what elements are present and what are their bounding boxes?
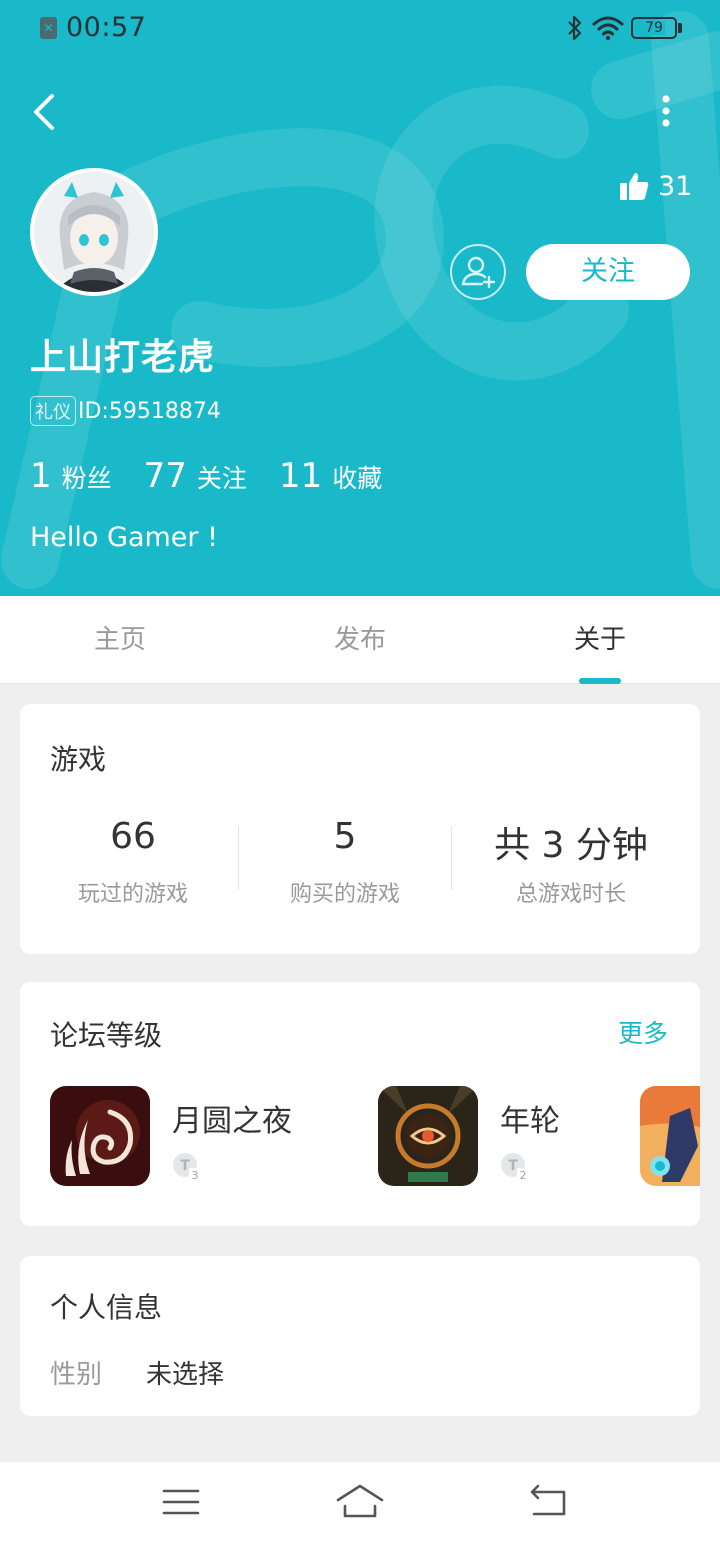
return-icon xyxy=(530,1484,566,1516)
return-button[interactable] xyxy=(524,1482,574,1522)
fans-count[interactable]: 1 xyxy=(30,456,52,496)
games-bought-label: 购买的游戏 xyxy=(289,882,400,907)
forum-item-partial[interactable] xyxy=(640,1086,700,1186)
play-time-value: 共 3 分钟 xyxy=(494,825,648,866)
user-id: ID:59518874 xyxy=(78,398,221,424)
profile-header: ✕ 00:57 79 31 关注 上山打老虎 礼仪 ID:59518874 1 … xyxy=(0,0,720,596)
battery-tip xyxy=(678,23,682,33)
thumbs-up-icon xyxy=(620,173,649,200)
games-bought-value: 5 xyxy=(333,816,357,857)
forum-item-name: 月圆之夜 xyxy=(172,1104,292,1139)
home-button[interactable] xyxy=(335,1482,385,1522)
level-number: 2 xyxy=(520,1169,527,1182)
play-time-label: 总游戏时长 xyxy=(515,882,626,907)
bio: Hello Gamer ! xyxy=(30,522,218,553)
forum-item-name: 年轮 xyxy=(500,1104,560,1139)
wifi-icon xyxy=(592,16,624,41)
favorites-count[interactable]: 11 xyxy=(279,456,322,496)
game-icon-years xyxy=(378,1086,478,1186)
game-icon-partial xyxy=(640,1086,700,1186)
user-id-row: 礼仪 ID:59518874 xyxy=(30,396,221,426)
following-label[interactable]: 关注 xyxy=(197,459,247,495)
system-nav-bar xyxy=(0,1462,720,1544)
forum-item-moon-night[interactable]: 月圆之夜 T 3 xyxy=(50,1086,350,1186)
more-link[interactable]: 更多 xyxy=(618,1014,668,1050)
menu-icon xyxy=(162,1489,200,1515)
level-badge-icon: T 3 xyxy=(172,1152,202,1182)
profile-tabs: 主页 发布 关于 xyxy=(0,596,720,684)
avatar[interactable] xyxy=(30,168,158,296)
follow-button[interactable]: 关注 xyxy=(526,244,690,300)
likes-count: 31 xyxy=(658,170,693,202)
sim-card-icon: ✕ xyxy=(40,17,57,39)
back-arrow-icon xyxy=(34,94,54,130)
divider xyxy=(451,826,452,890)
battery-icon: 79 xyxy=(631,17,677,39)
tab-posts[interactable]: 发布 xyxy=(240,596,480,684)
status-time: 00:57 xyxy=(66,12,147,43)
level-badge-icon: T 2 xyxy=(500,1152,530,1182)
etiquette-badge[interactable]: 礼仪 xyxy=(30,396,76,426)
add-friend-button[interactable] xyxy=(450,244,506,300)
back-button[interactable] xyxy=(24,88,68,136)
following-count[interactable]: 77 xyxy=(144,456,187,496)
tab-home[interactable]: 主页 xyxy=(0,596,240,684)
favorites-label[interactable]: 收藏 xyxy=(332,459,382,495)
tab-about[interactable]: 关于 xyxy=(480,596,720,684)
status-bar: ✕ 00:57 79 xyxy=(0,0,720,58)
more-options-button[interactable] xyxy=(650,88,682,136)
home-icon xyxy=(336,1484,384,1518)
username: 上山打老虎 xyxy=(30,337,216,378)
games-card: 游戏 66 玩过的游戏 5 购买的游戏 共 3 分钟 总游戏时长 xyxy=(20,704,700,954)
avatar-illustration xyxy=(34,172,154,292)
games-title: 游戏 xyxy=(50,743,107,776)
more-vertical-icon xyxy=(662,95,670,127)
likes[interactable]: 31 xyxy=(618,170,692,202)
active-tab-indicator xyxy=(579,678,621,684)
gender-label: 性别 xyxy=(50,1360,103,1390)
personal-info-title: 个人信息 xyxy=(50,1291,163,1324)
game-icon-moon-night xyxy=(50,1086,150,1186)
svg-text:T: T xyxy=(180,1158,190,1174)
gender-value: 未选择 xyxy=(146,1360,225,1390)
svg-text:T: T xyxy=(508,1158,518,1174)
menu-button[interactable] xyxy=(156,1482,206,1522)
profile-stats: 1 粉丝 77 关注 11 收藏 xyxy=(30,456,414,496)
battery-percent: 79 xyxy=(645,20,663,36)
fans-label[interactable]: 粉丝 xyxy=(62,459,112,495)
games-played-label: 玩过的游戏 xyxy=(77,882,188,907)
games-played-value: 66 xyxy=(110,816,156,857)
add-friend-icon xyxy=(461,256,496,289)
forum-item-years[interactable]: 年轮 T 2 xyxy=(378,1086,618,1186)
forum-title: 论坛等级 xyxy=(50,1019,163,1052)
forum-level-card: 论坛等级 更多 月圆之夜 T 3 年轮 T 2 xyxy=(20,982,700,1226)
bluetooth-icon xyxy=(568,15,582,41)
level-number: 3 xyxy=(192,1169,199,1182)
personal-info-card: 个人信息 性别 未选择 xyxy=(20,1256,700,1416)
